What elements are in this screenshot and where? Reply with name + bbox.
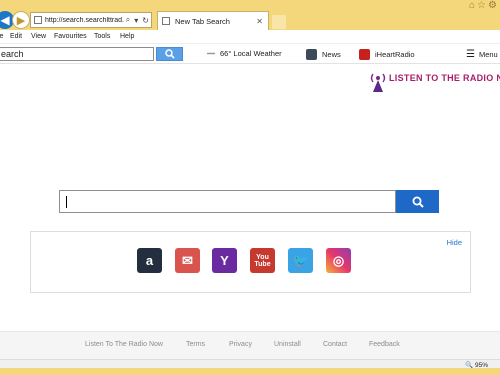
iheartradio-label: iHeartRadio [375, 50, 415, 59]
tab-favicon-icon [162, 17, 170, 25]
news-link[interactable]: News [306, 49, 341, 60]
iheartradio-icon [359, 49, 370, 60]
taskbar-strip [0, 368, 500, 375]
gear-icon[interactable]: ⚙ [488, 0, 497, 11]
yahoo-shortcut-icon[interactable]: Y [212, 248, 237, 273]
menu-bar: le Edit View Favourites Tools Help [0, 30, 500, 44]
main-search-input[interactable] [59, 190, 396, 213]
logo-text: LISTEN TO THE RADIO NOW [389, 73, 500, 83]
page-footer: Listen To The Radio Now Terms Privacy Un… [0, 331, 500, 359]
amazon-shortcut-icon[interactable]: a [137, 248, 162, 273]
news-icon [306, 49, 317, 60]
radio-tower-icon [370, 73, 386, 92]
tab-title: New Tab Search [175, 16, 230, 26]
local-weather-link[interactable]: 66° Local Weather [207, 49, 282, 58]
forward-arrow-icon: ▶ [16, 14, 26, 27]
menu-favourites[interactable]: Favourites [54, 33, 87, 40]
listen-to-the-radio-logo[interactable]: LISTEN TO THE RADIO NOW [367, 68, 500, 94]
toolbar-menu-button[interactable]: ☰ Menu [466, 49, 498, 60]
gmail-shortcut-icon[interactable]: ✉ [175, 248, 200, 273]
address-text[interactable]: http://search.searchlttrad... [45, 17, 124, 24]
instagram-shortcut-icon[interactable]: ◎ [326, 248, 351, 273]
twitter-shortcut-icon[interactable]: 🐦 [288, 248, 313, 273]
toolbar-search-input[interactable]: earch [0, 47, 154, 61]
address-bar[interactable]: http://search.searchlttrad... ⌕ ▾ ↻ [30, 12, 152, 28]
footer-link-listen-radio[interactable]: Listen To The Radio Now [85, 341, 163, 348]
search-icon [164, 49, 175, 59]
shortcuts-panel: Hide a ✉ Y You Tube 🐦 ◎ [30, 231, 471, 293]
new-tab-button[interactable] [272, 15, 286, 29]
footer-link-terms[interactable]: Terms [186, 341, 205, 348]
menu-help[interactable]: Help [120, 33, 134, 40]
extension-toolbar: earch 66° Local Weather News iHeartRadio… [0, 45, 500, 64]
hide-shortcuts-link[interactable]: Hide [447, 238, 462, 247]
search-icon [412, 196, 424, 208]
favorites-star-icon[interactable]: ☆ [477, 0, 486, 11]
footer-link-privacy[interactable]: Privacy [229, 341, 252, 348]
menu-edit[interactable]: Edit [10, 33, 22, 40]
footer-link-contact[interactable]: Contact [323, 341, 347, 348]
refresh-icon[interactable]: ↻ [142, 16, 149, 25]
youtube-shortcut-icon[interactable]: You Tube [250, 248, 275, 273]
dropdown-icon[interactable]: ▾ [134, 16, 138, 25]
forward-button[interactable]: ▶ [12, 11, 30, 29]
footer-link-uninstall[interactable]: Uninstall [274, 341, 301, 348]
page-favicon-icon [34, 16, 42, 24]
weather-icon [207, 52, 215, 55]
close-tab-icon[interactable]: ✕ [256, 17, 263, 26]
text-caret [66, 196, 67, 208]
main-search-button[interactable] [396, 190, 439, 213]
news-label: News [322, 50, 341, 59]
hamburger-menu-icon: ☰ [466, 49, 475, 60]
footer-link-feedback[interactable]: Feedback [369, 341, 400, 348]
toolbar-search-button[interactable] [156, 47, 183, 61]
menu-label: Menu [478, 50, 498, 59]
tab-new-tab-search[interactable]: New Tab Search ✕ [157, 11, 269, 30]
menu-file[interactable]: le [0, 33, 3, 40]
weather-label: 66° Local Weather [220, 49, 282, 58]
home-icon[interactable]: ⌂ [469, 0, 475, 11]
menu-tools[interactable]: Tools [94, 33, 110, 40]
search-icon[interactable]: ⌕ [126, 15, 130, 25]
menu-view[interactable]: View [31, 33, 46, 40]
back-arrow-icon: ◀ [0, 13, 10, 27]
iheartradio-link[interactable]: iHeartRadio [359, 49, 415, 60]
